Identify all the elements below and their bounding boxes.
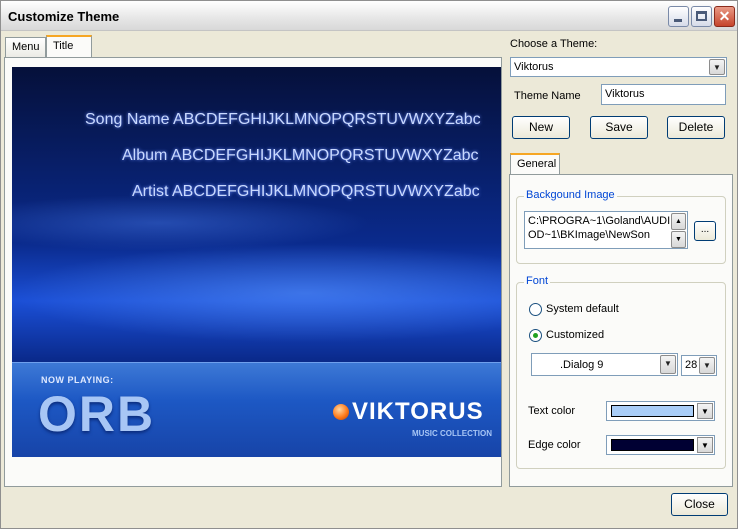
tab-title-label: Title: [53, 40, 74, 52]
preview-artist: Artist ABCDEFGHIJKLMNOPQRSTUVWXYZabc: [132, 183, 480, 200]
radio-button-icon[interactable]: [529, 303, 542, 316]
tab-general[interactable]: General: [510, 153, 560, 175]
font-size-value: 28: [685, 359, 698, 371]
background-image-title: Backgound Image: [524, 189, 617, 201]
minimize-icon: [674, 19, 682, 22]
chevron-down-icon[interactable]: ▼: [699, 357, 715, 374]
scroll-up-icon[interactable]: ▲: [671, 213, 686, 230]
tab-menu[interactable]: Menu: [5, 37, 46, 57]
radio-button-icon[interactable]: [529, 329, 542, 342]
customize-theme-window: Customize Theme ✕ Menu Title Song Name A…: [0, 0, 738, 529]
text-color-label: Text color: [528, 405, 576, 417]
new-button[interactable]: New: [512, 116, 570, 139]
font-group-title: Font: [524, 275, 551, 287]
brand-orb-icon: [333, 404, 349, 420]
title-bar[interactable]: Customize Theme ✕: [1, 1, 737, 31]
preview-panel: Song Name ABCDEFGHIJKLMNOPQRSTUVWXYZabc …: [4, 57, 502, 487]
radio-customized-label: Customized: [546, 329, 605, 341]
theme-name-input[interactable]: Viktorus: [601, 84, 726, 105]
orb-logo-text: ORB: [38, 386, 156, 442]
theme-preview: Song Name ABCDEFGHIJKLMNOPQRSTUVWXYZabc …: [12, 67, 501, 457]
close-icon: ✕: [718, 8, 731, 24]
delete-button[interactable]: Delete: [667, 116, 725, 139]
maximize-icon: [696, 11, 707, 21]
window-title: Customize Theme: [8, 9, 120, 24]
theme-select[interactable]: Viktorus ▼: [510, 57, 727, 77]
brand-subtitle: MUSIC COLLECTION: [412, 429, 492, 438]
background-path-text: C:\PROGRA~1\Goland\AUDIOD~1\BKImage\NewS…: [528, 215, 671, 241]
text-color-picker[interactable]: ▼: [606, 401, 715, 421]
close-button[interactable]: Close: [671, 493, 728, 516]
preview-now-playing-bar: NOW PLAYING: ORB VIKTORUS MUSIC COLLECTI…: [12, 362, 501, 457]
edge-color-picker[interactable]: ▼: [606, 435, 715, 455]
background-path-field[interactable]: C:\PROGRA~1\Goland\AUDIOD~1\BKImage\NewS…: [524, 211, 688, 249]
chevron-down-icon[interactable]: ▼: [697, 403, 713, 419]
radio-selected-dot: [533, 333, 538, 338]
close-window-button[interactable]: ✕: [714, 6, 735, 27]
edge-color-label: Edge color: [528, 439, 581, 451]
font-size-select[interactable]: 28 ▼: [681, 355, 717, 376]
theme-select-value: Viktorus: [514, 61, 554, 73]
theme-name-label: Theme Name: [514, 90, 581, 102]
tab-title[interactable]: Title: [46, 35, 92, 57]
now-playing-label: NOW PLAYING:: [41, 375, 114, 385]
font-name-value: .Dialog 9: [560, 359, 604, 371]
brand-logo-text: VIKTORUS: [352, 398, 484, 425]
save-button[interactable]: Save: [590, 116, 648, 139]
minimize-button[interactable]: [668, 6, 689, 27]
scroll-down-icon[interactable]: ▼: [671, 231, 686, 248]
chevron-down-icon[interactable]: ▼: [709, 59, 725, 75]
radio-system-default-label: System default: [546, 303, 619, 315]
maximize-button[interactable]: [691, 6, 712, 27]
background-image-group: Backgound Image C:\PROGRA~1\Goland\AUDIO…: [516, 189, 726, 264]
font-name-select[interactable]: .Dialog 9 ▼: [531, 353, 678, 376]
preview-album: Album ABCDEFGHIJKLMNOPQRSTUVWXYZabc: [122, 147, 479, 164]
choose-theme-label: Choose a Theme:: [510, 38, 598, 50]
text-color-swatch: [611, 405, 694, 417]
tab-general-label: General: [517, 158, 557, 170]
browse-button[interactable]: ...: [694, 221, 716, 241]
general-panel: Backgound Image C:\PROGRA~1\Goland\AUDIO…: [509, 174, 733, 487]
chevron-down-icon[interactable]: ▼: [697, 437, 713, 453]
chevron-down-icon[interactable]: ▼: [660, 355, 676, 374]
font-group: Font System default Customized .Dialog 9…: [516, 275, 726, 469]
tab-menu-label: Menu: [12, 41, 40, 53]
preview-song-name: Song Name ABCDEFGHIJKLMNOPQRSTUVWXYZabc: [85, 111, 481, 128]
edge-color-swatch: [611, 439, 694, 451]
